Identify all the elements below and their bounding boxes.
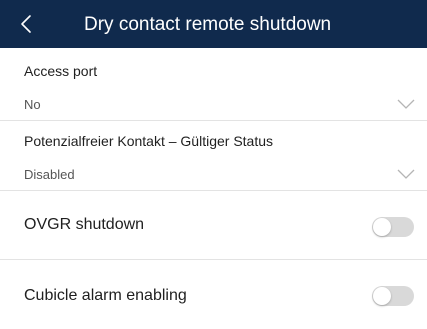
app-header: Dry contact remote shutdown — [0, 0, 427, 48]
cubicle-alarm-label: Cubicle alarm enabling — [24, 287, 187, 304]
access-port-label: Access port — [24, 63, 98, 79]
page-title: Dry contact remote shutdown — [84, 14, 332, 35]
cubicle-alarm-toggle[interactable] — [372, 286, 414, 306]
access-port-select[interactable]: Access port No — [0, 48, 427, 120]
back-button[interactable] — [10, 6, 46, 42]
chevron-down-icon — [397, 169, 415, 179]
ovgr-shutdown-row: OVGR shutdown — [0, 191, 427, 259]
access-port-value: No — [24, 97, 41, 112]
cubicle-alarm-row: Cubicle alarm enabling — [0, 260, 427, 329]
dry-contact-status-value: Disabled — [24, 167, 75, 182]
chevron-left-icon — [21, 15, 31, 33]
toggle-knob — [373, 218, 391, 236]
settings-screen: Dry contact remote shutdown Access port … — [0, 0, 427, 329]
dry-contact-status-select[interactable]: Potenzialfreier Kontakt – Gültiger Statu… — [0, 121, 427, 190]
ovgr-shutdown-label: OVGR shutdown — [24, 216, 145, 233]
chevron-down-icon — [397, 99, 415, 109]
ovgr-shutdown-toggle[interactable] — [372, 217, 414, 237]
dry-contact-status-label: Potenzialfreier Kontakt – Gültiger Statu… — [24, 133, 274, 149]
toggle-knob — [373, 287, 391, 305]
